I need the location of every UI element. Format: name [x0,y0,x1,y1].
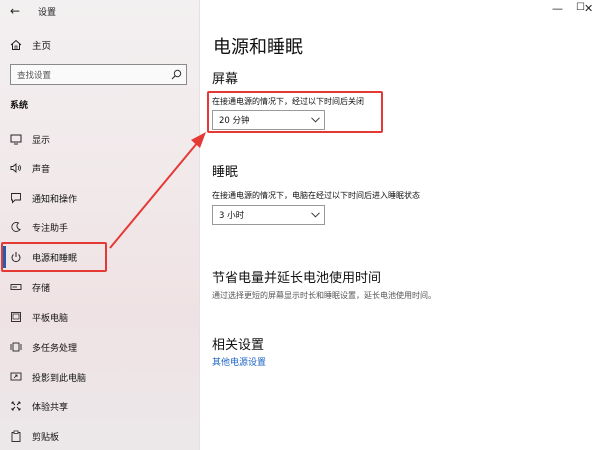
project-icon [10,371,22,383]
section-label-system: 系统 [10,101,29,111]
sidebar-item-focus-assist[interactable]: 专注助手 [10,219,68,235]
sidebar-item-tablet[interactable]: 平板电脑 [10,309,68,325]
main-panel: — ☐ 电源和睡眠 屏幕 在接通电源的情况下，经过以下时间后关闭 20 分钟 睡… [200,0,600,450]
sidebar-item-label: 投影到此电脑 [32,373,87,384]
annotation-highlight-box [207,91,383,133]
sidebar-item-sound[interactable]: 声音 [10,160,50,176]
minimize-icon[interactable]: — [552,2,563,15]
sidebar-item-clipboard[interactable]: 剪贴板 [10,428,59,444]
sleep-timeout-value: 3 小时 [219,211,245,221]
home-link[interactable]: 主页 [10,38,51,52]
sleep-description: 在接通电源的情况下，电脑在经过以下时间后进入睡眠状态 [212,191,420,200]
sidebar-item-label: 显示 [32,135,51,146]
page-title: 电源和睡眠 [213,37,303,58]
chevron-down-icon [306,212,324,218]
close-icon[interactable]: ✕ [584,2,593,15]
annotation-highlight-box [1,242,107,272]
sidebar-item-shared-experiences[interactable]: 体验共享 [10,398,68,414]
sidebar-item-label: 多任务处理 [32,343,78,354]
clipboard-icon [10,430,22,442]
related-settings-heading: 相关设置 [212,338,265,353]
sidebar-item-label: 声音 [32,164,51,175]
multitasking-icon [10,341,22,353]
sidebar-item-display[interactable]: 显示 [10,131,50,147]
home-label: 主页 [32,41,52,52]
sidebar-item-storage[interactable]: 存储 [10,279,50,295]
focus-assist-icon [10,221,22,233]
sleep-heading: 睡眠 [212,165,239,180]
battery-heading: 节省电量并延长电池使用时间 [212,271,382,286]
tablet-icon [10,311,22,323]
sidebar-item-label: 存储 [32,283,51,294]
sidebar-item-label: 体验共享 [32,402,69,413]
sound-icon [10,162,22,174]
notifications-icon [10,192,22,204]
sidebar-item-label: 专注助手 [32,223,69,234]
home-icon [10,36,22,55]
shared-experiences-icon [10,400,22,412]
sidebar-item-multitasking[interactable]: 多任务处理 [10,339,77,355]
battery-description: 通过选择更短的屏幕显示时长和睡眠设置，延长电池使用时间。 [212,291,436,300]
sleep-timeout-dropdown[interactable]: 3 小时 [212,205,325,225]
sidebar-item-label: 剪贴板 [32,432,60,443]
display-icon [10,133,22,145]
additional-power-settings-link[interactable]: 其他电源设置 [212,355,266,368]
sidebar: ← 设置 主页 查找设置 系统 显示 声音 通知和操作 专注助手 电源和睡眠 存… [0,0,200,450]
sidebar-item-notifications[interactable]: 通知和操作 [10,190,77,206]
back-arrow-icon[interactable]: ← [10,4,20,18]
storage-icon [10,281,22,293]
sidebar-item-label: 平板电脑 [32,313,69,324]
search-icon[interactable] [166,69,186,80]
search-placeholder: 查找设置 [17,70,52,81]
sidebar-item-label: 通知和操作 [32,194,78,205]
app-title: 设置 [38,8,57,18]
screen-heading: 屏幕 [212,72,239,87]
sidebar-item-project[interactable]: 投影到此电脑 [10,369,86,385]
search-input[interactable]: 查找设置 [10,64,187,85]
